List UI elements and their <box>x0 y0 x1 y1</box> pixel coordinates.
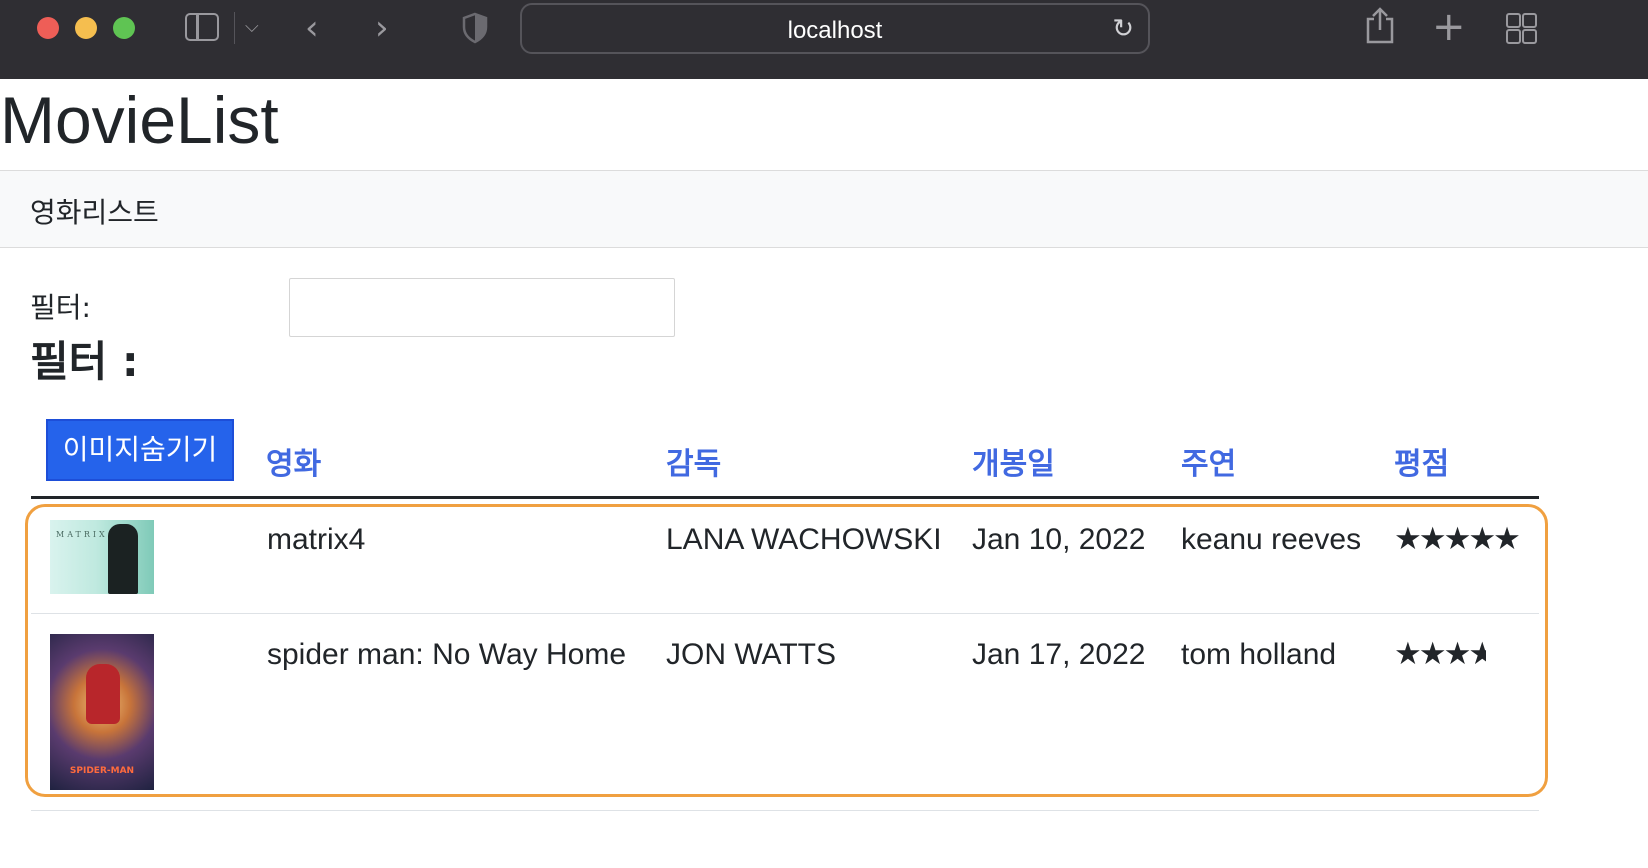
browser-toolbar: ⌵ ‹ › localhost ↻ + <box>0 0 1648 79</box>
movie-title[interactable]: spider man: No Way Home <box>267 638 626 672</box>
toolbar-divider <box>234 12 235 44</box>
column-header-rating[interactable]: 평점 <box>1394 439 1449 483</box>
column-header-release-date[interactable]: 개봉일 <box>972 439 1055 483</box>
address-bar[interactable]: localhost ↻ <box>520 3 1150 54</box>
row-divider <box>31 810 1539 811</box>
url-text: localhost <box>787 17 883 44</box>
movie-lead-actor: keanu reeves <box>1181 523 1362 556</box>
tab-grid-icon[interactable] <box>1506 13 1537 44</box>
nav-link-movie-list[interactable]: 영화리스트 <box>30 191 159 231</box>
star-rating: ★★★★★ <box>1394 521 1520 557</box>
column-header-lead-actor[interactable]: 주연 <box>1181 439 1236 483</box>
shield-icon[interactable] <box>462 12 488 44</box>
movie-release-date: Jan 17, 2022 <box>972 638 1146 671</box>
movie-director: LANA WACHOWSKI <box>666 523 942 556</box>
zoom-window-button[interactable] <box>113 17 135 39</box>
row-divider <box>31 613 1539 614</box>
filter-heading: 필터 : <box>30 337 139 386</box>
close-window-button[interactable] <box>37 17 59 39</box>
column-header-movie[interactable]: 영화 <box>266 439 321 483</box>
filter-input[interactable] <box>289 278 675 337</box>
forward-icon[interactable]: › <box>375 8 389 48</box>
chevron-down-icon[interactable]: ⌵ <box>245 16 259 37</box>
table-header-divider <box>31 496 1539 499</box>
star-rating: ★★★★★ <box>1394 636 1487 672</box>
column-header-director[interactable]: 감독 <box>666 439 721 483</box>
back-icon[interactable]: ‹ <box>305 8 319 48</box>
plus-icon[interactable]: + <box>1432 4 1466 50</box>
navbar: 영화리스트 <box>0 170 1648 248</box>
hide-images-button[interactable]: 이미지숨기기 <box>46 419 234 481</box>
filter-label: 필터: <box>30 291 91 324</box>
share-icon[interactable] <box>1365 6 1395 44</box>
movie-director: JON WATTS <box>666 638 836 671</box>
minimize-window-button[interactable] <box>75 17 97 39</box>
page-title: MovieList <box>0 83 279 157</box>
movie-lead-actor: tom holland <box>1181 638 1337 671</box>
reload-icon[interactable]: ↻ <box>1112 14 1134 44</box>
movie-release-date: Jan 10, 2022 <box>972 523 1146 556</box>
spiderman-poster: SPIDER-MAN <box>50 634 154 790</box>
matrix-poster: MATRIX <box>50 520 154 594</box>
sidebar-icon[interactable] <box>185 13 219 41</box>
movie-title[interactable]: matrix4 <box>267 523 365 557</box>
